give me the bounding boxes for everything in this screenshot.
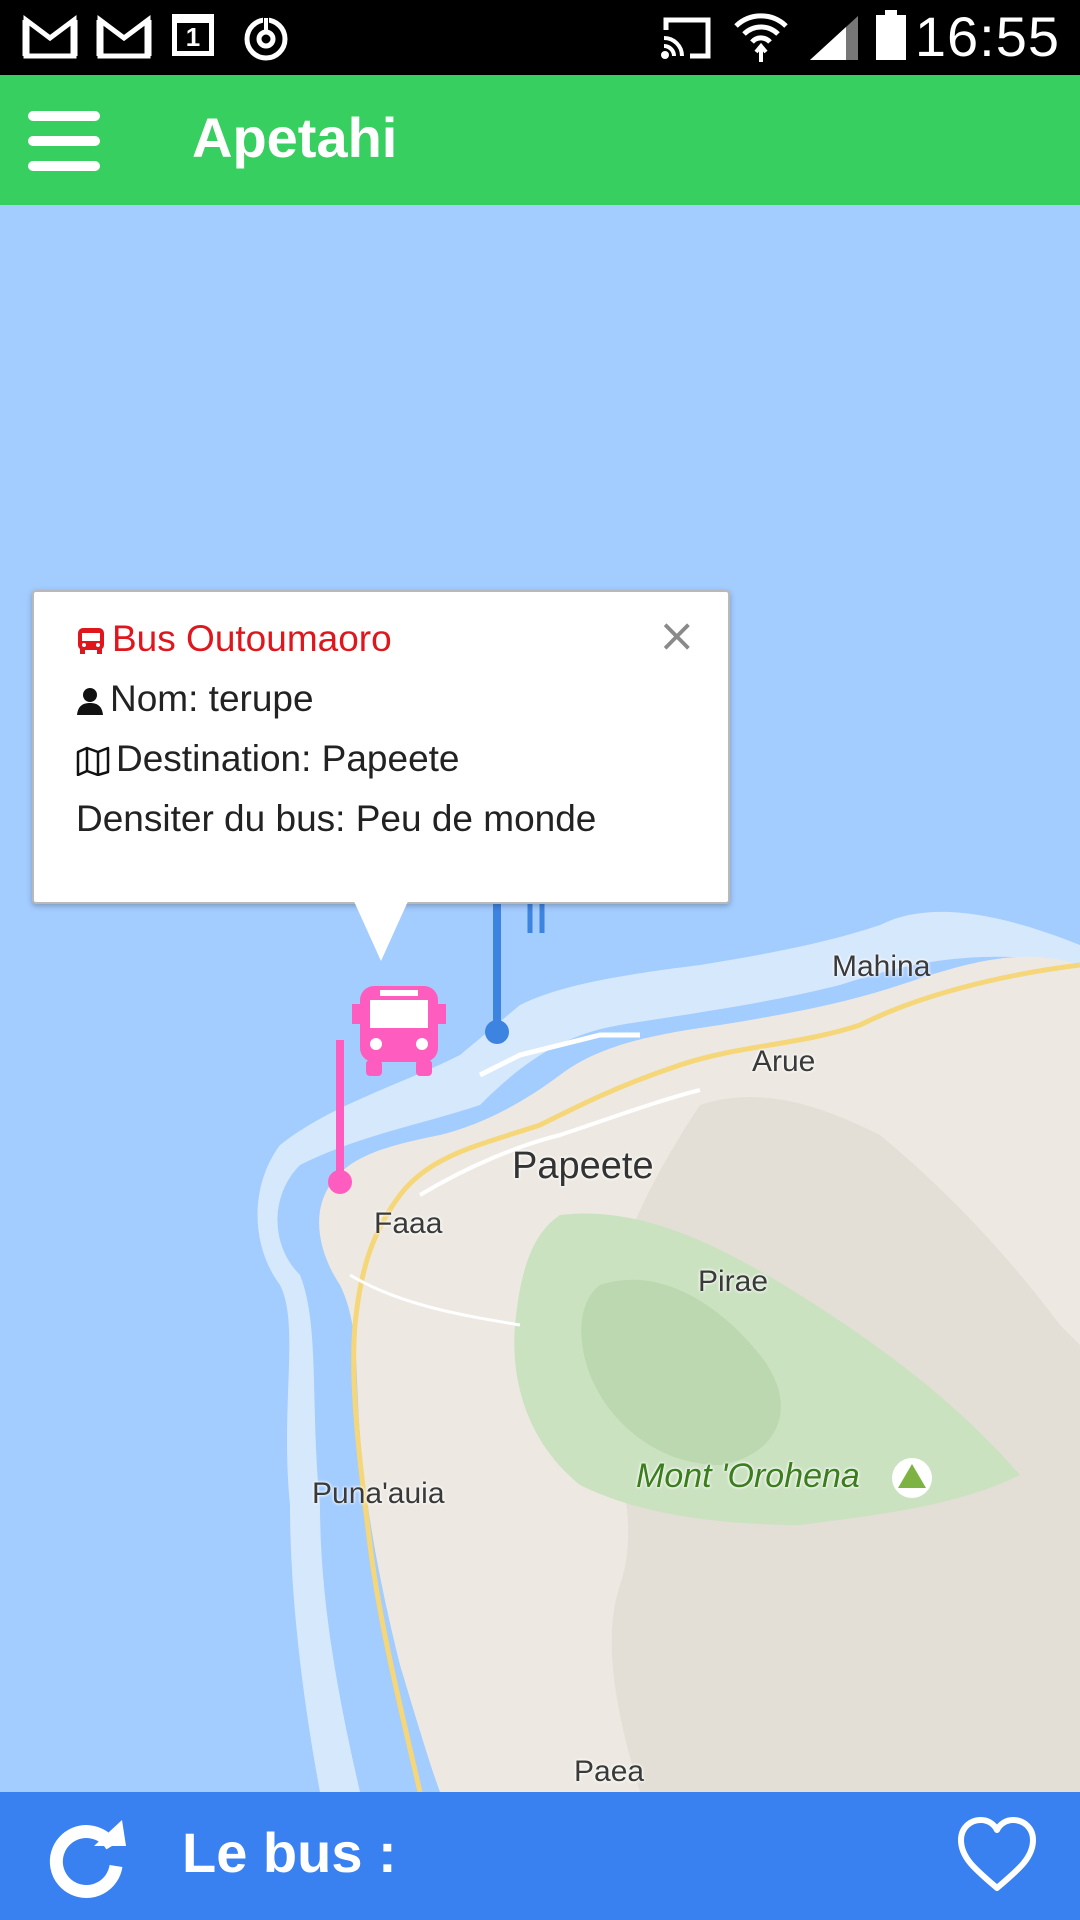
app-bar: Apetahi [0,75,1080,205]
map-view[interactable]: Mahina Arue Papeete Faaa Pirae Puna'auia… [0,205,1080,1792]
bottom-bar: Le bus : [0,1792,1080,1920]
app-title: Apetahi [192,106,398,169]
gmail-icon [22,15,78,59]
popup-name-row: Nom: terupe [76,678,314,720]
bus-marker-icon[interactable] [352,980,446,1084]
signal-icon [810,16,858,60]
place-label-punaauia: Puna'auia [312,1477,445,1510]
place-label-papeete: Papeete [512,1145,654,1187]
calendar-day: 1 [185,22,201,52]
popup-title-row: Bus Outoumaoro [76,618,392,660]
map-icon [76,746,110,777]
close-icon[interactable]: × [657,612,696,658]
bus-label: Le bus : [182,1821,397,1884]
popup-density: Densiter du bus: Peu de monde [76,798,597,839]
wifi-icon [734,13,788,62]
status-bar: 1 16:55 [0,0,1080,75]
status-time: 16:55 [914,5,1060,68]
refresh-icon[interactable] [44,1816,130,1902]
place-label-arue: Arue [752,1045,816,1078]
sync-icon [244,16,288,61]
place-label-faaa: Faaa [374,1207,443,1240]
bus-info-popup: × Bus Outoumaoro Nom: terupe Destination… [32,590,730,904]
map-canvas [0,205,1080,1792]
popup-title: Bus Outoumaoro [112,618,392,659]
place-label-mahina: Mahina [832,950,931,983]
calendar-icon: 1 [172,14,214,56]
place-label-orohena: Mont 'Orohena [636,1457,860,1495]
cast-icon [661,17,711,59]
user-icon [77,688,103,716]
menu-icon[interactable] [28,111,100,171]
gmail-icon [96,15,152,59]
bus-icon [78,628,104,655]
place-label-paea: Paea [574,1755,645,1788]
popup-name: Nom: terupe [110,678,314,719]
heart-icon[interactable] [956,1816,1038,1894]
popup-pointer [353,899,409,961]
battery-icon [876,10,906,60]
popup-destination: Destination: Papeete [116,738,460,779]
popup-destination-row: Destination: Papeete [76,738,460,780]
place-label-pirae: Pirae [698,1265,769,1298]
